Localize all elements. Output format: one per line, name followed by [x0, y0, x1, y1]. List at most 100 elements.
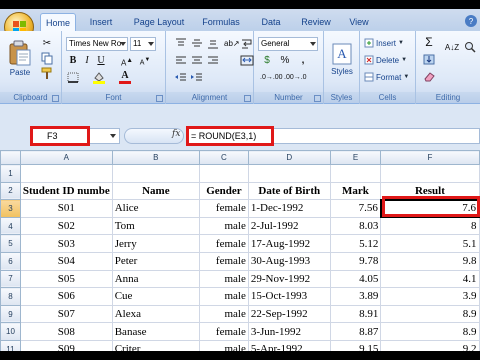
header-cell[interactable]: Date of Birth	[247, 181, 331, 201]
cell[interactable]: 8.9	[380, 322, 480, 341]
cell[interactable]: 9.2	[380, 339, 480, 351]
cell[interactable]: S07	[19, 304, 113, 324]
align-center-icon[interactable]	[190, 54, 204, 67]
copy-icon[interactable]	[40, 52, 54, 65]
autosum-icon[interactable]: Σ	[422, 36, 436, 49]
cell[interactable]: 9.15	[329, 339, 382, 351]
cell[interactable]: 8.91	[329, 304, 382, 324]
cell[interactable]: 5.1	[380, 234, 480, 253]
cell[interactable]: 4.1	[380, 269, 480, 289]
align-left-icon[interactable]	[174, 54, 188, 67]
cell[interactable]: Jerry	[111, 234, 200, 253]
percent-icon[interactable]: %	[278, 54, 292, 67]
select-all-corner[interactable]	[0, 150, 21, 165]
shrink-font-icon[interactable]: A▼	[138, 54, 152, 67]
font-color-icon[interactable]: A	[118, 71, 132, 84]
row-header[interactable]: 5	[0, 234, 21, 253]
cell[interactable]: male	[198, 216, 249, 236]
align-bottom-icon[interactable]	[206, 37, 220, 50]
column-header-c[interactable]: C	[198, 150, 249, 165]
cell[interactable]: Cue	[111, 287, 200, 306]
clipboard-launcher-icon[interactable]	[52, 95, 59, 102]
cell[interactable]: Alexa	[111, 304, 200, 324]
bold-icon[interactable]: B	[66, 54, 80, 67]
fill-color-icon[interactable]	[92, 71, 106, 84]
increase-decimal-icon[interactable]: .0→.00	[260, 71, 283, 84]
format-painter-icon[interactable]	[40, 67, 54, 80]
cell[interactable]: S08	[19, 322, 113, 341]
cell[interactable]: 5.12	[329, 234, 382, 253]
cell[interactable]: female	[198, 251, 249, 271]
font-family-select[interactable]: Times New Ro	[66, 37, 128, 51]
cell[interactable]: S03	[19, 234, 113, 253]
row-header[interactable]: 7	[0, 269, 21, 289]
find-select-icon[interactable]	[462, 41, 478, 54]
cell[interactable]: 9.8	[380, 251, 480, 271]
column-header-b[interactable]: B	[111, 150, 200, 165]
cell[interactable]: male	[198, 339, 249, 351]
cell[interactable]: female	[198, 322, 249, 341]
cell[interactable]: Tom	[111, 216, 200, 236]
cell[interactable]: Criter	[111, 339, 200, 351]
cell[interactable]: 2-Jul-1992	[247, 216, 331, 236]
cell[interactable]: S04	[19, 251, 113, 271]
number-launcher-icon[interactable]	[314, 95, 321, 102]
font-size-select[interactable]: 11	[130, 37, 156, 51]
cell[interactable]: 29-Nov-1992	[247, 269, 331, 289]
underline-icon[interactable]: U	[94, 54, 108, 67]
row-header[interactable]: 10	[0, 322, 21, 341]
help-icon[interactable]: ?	[462, 13, 480, 29]
sort-filter-icon[interactable]: A↓Z	[444, 41, 460, 54]
cell[interactable]: 3.9	[380, 287, 480, 306]
alignment-launcher-icon[interactable]	[244, 95, 251, 102]
cell[interactable]: 8	[380, 216, 480, 236]
cell[interactable]: 4.05	[329, 269, 382, 289]
header-cell[interactable]: Name	[111, 181, 200, 201]
clear-icon[interactable]	[422, 70, 436, 83]
cell[interactable]: 1-Dec-1992	[247, 199, 331, 218]
merge-center-icon[interactable]	[240, 54, 254, 67]
cell[interactable]: S09	[19, 339, 113, 351]
cell[interactable]	[329, 164, 382, 183]
cell[interactable]: 17-Aug-1992	[247, 234, 331, 253]
wrap-text-icon[interactable]	[240, 37, 254, 50]
cell[interactable]: female	[198, 234, 249, 253]
cell[interactable]: S02	[19, 216, 113, 236]
row-header[interactable]: 9	[0, 304, 21, 324]
row-header[interactable]: 2	[0, 181, 21, 201]
cell[interactable]: S06	[19, 287, 113, 306]
cut-icon[interactable]: ✂	[40, 37, 54, 50]
font-launcher-icon[interactable]	[156, 95, 163, 102]
tab-review[interactable]: Review	[296, 13, 336, 31]
cell[interactable]	[380, 164, 480, 183]
column-header-f[interactable]: F	[380, 150, 480, 165]
cell[interactable]	[111, 164, 200, 183]
insert-function-icon[interactable]: fx	[172, 129, 180, 139]
cell[interactable]: female	[198, 199, 249, 218]
cell[interactable]: 22-Sep-1992	[247, 304, 331, 324]
row-header[interactable]: 8	[0, 287, 21, 306]
cell[interactable]	[198, 164, 249, 183]
cell[interactable]: 8.9	[380, 304, 480, 324]
cell[interactable]: 5-Apr-1992	[247, 339, 331, 351]
tab-page-layout[interactable]: Page Layout	[128, 13, 190, 31]
cell[interactable]: Banase	[111, 322, 200, 341]
format-button[interactable]: Format ▼	[364, 70, 409, 84]
cell[interactable]: male	[198, 304, 249, 324]
cell[interactable]: 8.87	[329, 322, 382, 341]
cell[interactable]: 3.89	[329, 287, 382, 306]
cell[interactable]: male	[198, 287, 249, 306]
header-cell[interactable]: Mark	[329, 181, 382, 201]
row-header[interactable]: 11	[0, 339, 21, 351]
grow-font-icon[interactable]: A▲	[120, 54, 134, 68]
cell[interactable]: 15-Oct-1993	[247, 287, 331, 306]
currency-icon[interactable]: $	[260, 54, 274, 67]
align-middle-icon[interactable]	[190, 37, 204, 50]
align-top-icon[interactable]	[174, 37, 188, 50]
tab-data[interactable]: Data	[254, 13, 288, 31]
comma-style-icon[interactable]: ,	[296, 54, 310, 67]
increase-indent-icon[interactable]	[190, 71, 204, 84]
column-header-e[interactable]: E	[329, 150, 382, 165]
column-header-a[interactable]: A	[19, 150, 113, 165]
cell[interactable]: Alice	[111, 199, 200, 218]
